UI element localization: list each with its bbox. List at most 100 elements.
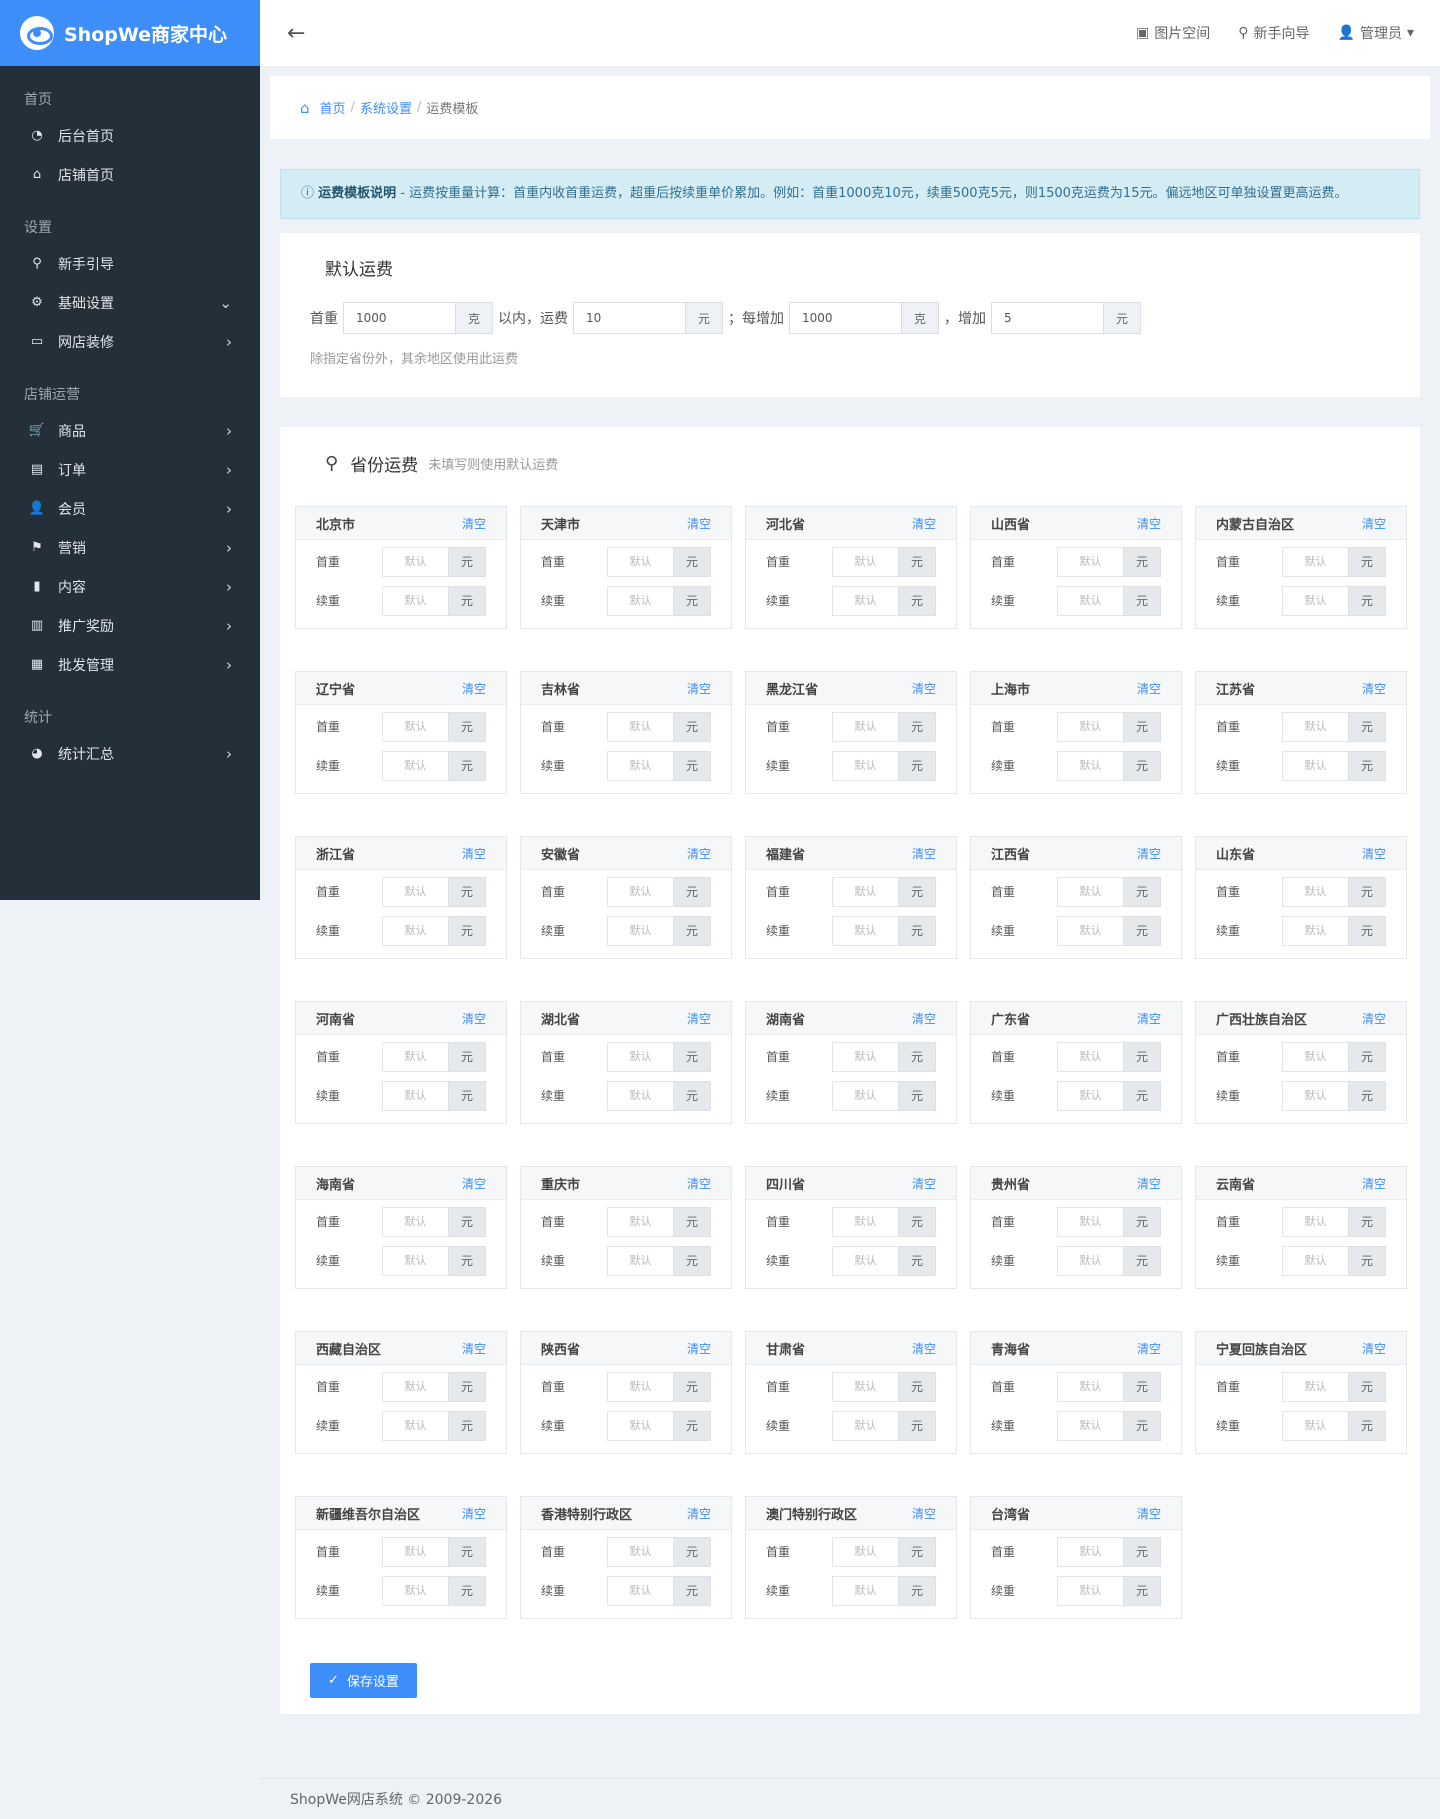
next-fee-input[interactable]: 默认 [607,750,673,781]
clear-button[interactable]: 清空 [912,1340,936,1357]
user-menu[interactable]: 👤 管理员 ▾ [1338,23,1414,43]
first-fee-input[interactable]: 默认 [1057,876,1123,907]
first-fee-input[interactable]: 默认 [382,546,448,577]
next-fee-input[interactable]: 默认 [382,1080,448,1111]
clear-button[interactable]: 清空 [462,1505,486,1522]
next-fee-input[interactable]: 默认 [832,1080,898,1111]
sidebar-item[interactable]: ◕ 统计汇总 › [0,734,260,773]
first-fee-input[interactable]: 默认 [607,546,673,577]
first-fee-input[interactable]: 默认 [607,711,673,742]
clear-button[interactable]: 清空 [462,1340,486,1357]
clear-button[interactable]: 清空 [912,1505,936,1522]
first-fee-input[interactable]: 默认 [1057,711,1123,742]
next-fee-input[interactable]: 默认 [1057,915,1123,946]
next-fee-input[interactable]: 默认 [1057,1245,1123,1276]
first-fee-input[interactable]: 默认 [832,546,898,577]
clear-button[interactable]: 清空 [1362,845,1386,862]
clear-button[interactable]: 清空 [1362,1340,1386,1357]
first-fee-input[interactable]: 默认 [607,1206,673,1237]
clear-button[interactable]: 清空 [912,515,936,532]
first-fee-input[interactable]: 默认 [1282,1206,1348,1237]
next-fee-input[interactable]: 默认 [1057,1575,1123,1606]
clear-button[interactable]: 清空 [462,1010,486,1027]
clear-button[interactable]: 清空 [687,515,711,532]
sidebar-item[interactable]: ⚲ 新手引导 [0,244,260,283]
guide-link[interactable]: ⚲ 新手向导 [1238,23,1309,43]
add-fee-input[interactable] [991,302,1103,334]
clear-button[interactable]: 清空 [1362,1175,1386,1192]
next-fee-input[interactable]: 默认 [1282,750,1348,781]
first-fee-input[interactable]: 默认 [832,1371,898,1402]
next-fee-input[interactable]: 默认 [1282,585,1348,616]
first-fee-input[interactable]: 默认 [1057,1206,1123,1237]
next-fee-input[interactable]: 默认 [607,1080,673,1111]
breadcrumb-parent[interactable]: 系统设置 [360,98,412,117]
clear-button[interactable]: 清空 [687,680,711,697]
next-fee-input[interactable]: 默认 [382,750,448,781]
next-fee-input[interactable]: 默认 [607,585,673,616]
clear-button[interactable]: 清空 [1137,1010,1161,1027]
first-fee-input[interactable]: 默认 [832,711,898,742]
sidebar-item[interactable]: ▤ 订单 › [0,450,260,489]
clear-button[interactable]: 清空 [687,845,711,862]
next-fee-input[interactable]: 默认 [832,1410,898,1441]
sidebar-item[interactable]: 👤 会员 › [0,489,260,528]
next-fee-input[interactable]: 默认 [1057,1080,1123,1111]
first-fee-input[interactable]: 默认 [1057,546,1123,577]
image-space-link[interactable]: ▣ 图片空间 [1136,23,1210,43]
first-fee-input[interactable]: 默认 [1057,1371,1123,1402]
first-fee-input[interactable]: 默认 [1282,1041,1348,1072]
clear-button[interactable]: 清空 [687,1175,711,1192]
clear-button[interactable]: 清空 [1362,680,1386,697]
next-fee-input[interactable]: 默认 [1282,1080,1348,1111]
clear-button[interactable]: 清空 [1137,1175,1161,1192]
clear-button[interactable]: 清空 [1362,1010,1386,1027]
sidebar-item[interactable]: ▥ 推广奖励 › [0,606,260,645]
first-fee-input[interactable]: 默认 [607,1041,673,1072]
sidebar-item[interactable]: ⚑ 营销 › [0,528,260,567]
first-fee-input[interactable]: 默认 [1057,1536,1123,1567]
first-fee-input[interactable]: 默认 [1282,546,1348,577]
first-fee-input[interactable]: 默认 [382,876,448,907]
first-weight-input[interactable] [343,302,455,334]
brand[interactable]: ShopWe商家中心 [0,0,260,66]
next-fee-input[interactable]: 默认 [382,1575,448,1606]
next-fee-input[interactable]: 默认 [1282,1245,1348,1276]
first-fee-input[interactable]: 默认 [1282,1371,1348,1402]
first-fee-input[interactable]: 默认 [382,1371,448,1402]
clear-button[interactable]: 清空 [462,515,486,532]
next-fee-input[interactable]: 默认 [607,915,673,946]
clear-button[interactable]: 清空 [1137,1505,1161,1522]
clear-button[interactable]: 清空 [687,1010,711,1027]
next-fee-input[interactable]: 默认 [1057,585,1123,616]
next-fee-input[interactable]: 默认 [832,1575,898,1606]
next-fee-input[interactable]: 默认 [1057,750,1123,781]
clear-button[interactable]: 清空 [462,1175,486,1192]
clear-button[interactable]: 清空 [1362,515,1386,532]
sidebar-item[interactable]: ◔ 后台首页 [0,116,260,155]
sidebar-item[interactable]: 🛒 商品 › [0,411,260,450]
first-fee-input[interactable] [573,302,685,334]
sidebar-item[interactable]: ▦ 批发管理 › [0,645,260,684]
first-fee-input[interactable]: 默认 [1057,1041,1123,1072]
first-fee-input[interactable]: 默认 [382,711,448,742]
first-fee-input[interactable]: 默认 [607,1371,673,1402]
first-fee-input[interactable]: 默认 [382,1536,448,1567]
next-fee-input[interactable]: 默认 [832,750,898,781]
sidebar-item[interactable]: ▮ 内容 › [0,567,260,606]
save-button[interactable]: ✓ 保存设置 [310,1663,417,1698]
first-fee-input[interactable]: 默认 [607,1536,673,1567]
next-fee-input[interactable]: 默认 [1282,1410,1348,1441]
first-fee-input[interactable]: 默认 [832,1536,898,1567]
first-fee-input[interactable]: 默认 [382,1206,448,1237]
next-fee-input[interactable]: 默认 [382,585,448,616]
next-fee-input[interactable]: 默认 [1282,915,1348,946]
clear-button[interactable]: 清空 [912,680,936,697]
next-fee-input[interactable]: 默认 [832,915,898,946]
clear-button[interactable]: 清空 [1137,680,1161,697]
clear-button[interactable]: 清空 [1137,515,1161,532]
first-fee-input[interactable]: 默认 [382,1041,448,1072]
clear-button[interactable]: 清空 [687,1505,711,1522]
add-weight-input[interactable] [789,302,901,334]
next-fee-input[interactable]: 默认 [607,1245,673,1276]
